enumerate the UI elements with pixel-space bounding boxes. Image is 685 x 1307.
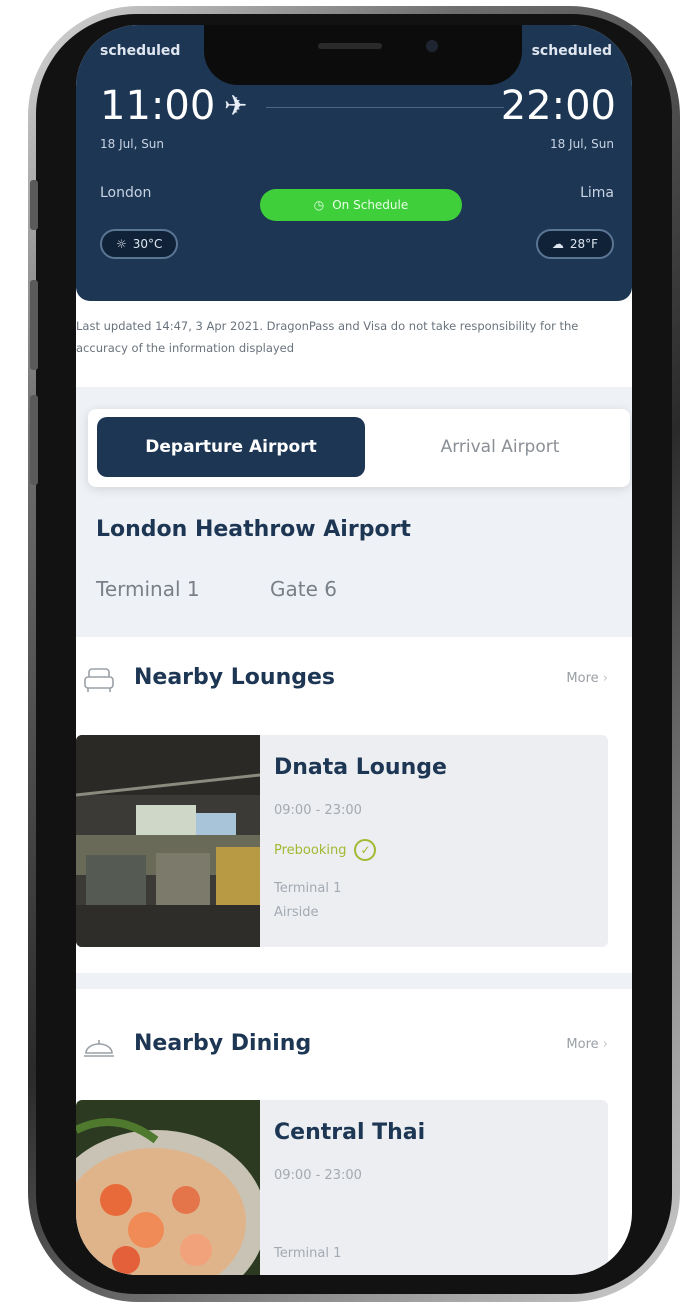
route-line [266, 107, 504, 108]
flight-status-pill: ◷ On Schedule [260, 189, 462, 221]
dining-card[interactable]: Central Thai 09:00 - 23:00 Terminal 1 [76, 1100, 608, 1275]
flight-status-label: On Schedule [332, 198, 409, 212]
lounge-photo [76, 735, 260, 947]
airport-section: Departure Airport Arrival Airport London… [76, 387, 632, 637]
departure-temp: 30°C [132, 237, 163, 251]
dining-title: Nearby Dining [134, 1031, 312, 1056]
tab-arrival-airport[interactable]: Arrival Airport [380, 417, 620, 477]
section-divider [76, 973, 632, 989]
plane-icon: ✈ [224, 89, 248, 122]
mute-switch [30, 180, 38, 230]
volume-up-button [30, 280, 38, 370]
volume-down-button [30, 395, 38, 485]
dining-icon [84, 1040, 114, 1057]
dining-terminal: Terminal 1 [274, 1246, 342, 1261]
speaker [318, 43, 382, 49]
lounges-title: Nearby Lounges [134, 665, 335, 690]
lounge-name: Dnata Lounge [274, 755, 447, 780]
arrival-city: Lima [580, 185, 614, 201]
departure-time: 11:00 [100, 83, 216, 129]
dining-name: Central Thai [274, 1120, 426, 1145]
lounge-card[interactable]: Dnata Lounge 09:00 - 23:00 Prebooking ✓ … [76, 735, 608, 947]
notch [204, 25, 522, 85]
departure-date: 18 Jul, Sun [100, 137, 165, 151]
clock-icon: ◷ [313, 198, 325, 212]
sofa-icon [84, 668, 114, 692]
airport-tabs: Departure Airport Arrival Airport [88, 409, 630, 487]
arrival-weather: ☁ 28°F [535, 229, 614, 259]
sun-icon: ☼ [116, 237, 127, 251]
arrival-time: 22:00 [500, 83, 616, 129]
departure-status: scheduled [100, 43, 181, 59]
departure-weather: ☼ 30°C [100, 229, 179, 259]
lounge-hours: 09:00 - 23:00 [274, 803, 362, 818]
lounge-terminal: Terminal 1 [274, 881, 342, 896]
arrival-temp: 28°F [569, 237, 598, 251]
airport-gate: Gate 6 [270, 577, 337, 601]
tab-departure-airport[interactable]: Departure Airport [97, 417, 365, 477]
lounges-header: Nearby Lounges More [76, 661, 632, 701]
airport-terminal: Terminal 1 [96, 577, 200, 601]
dining-photo [76, 1100, 260, 1275]
dining-hours: 09:00 - 23:00 [274, 1168, 362, 1183]
last-updated-note: Last updated 14:47, 3 Apr 2021. DragonPa… [76, 319, 579, 355]
dining-header: Nearby Dining More [76, 1027, 632, 1067]
departure-city: London [100, 185, 152, 201]
phone-screen: scheduled scheduled 11:00 ✈ 22:00 18 Jul… [76, 25, 632, 1275]
lounge-prebooking: Prebooking ✓ [274, 839, 377, 861]
arrival-status: scheduled [531, 43, 612, 59]
lounge-zone: Airside [274, 905, 319, 920]
camera [426, 40, 438, 52]
dining-more-link[interactable]: More [566, 1037, 608, 1052]
airport-name: London Heathrow Airport [96, 517, 411, 542]
check-circle-icon: ✓ [354, 839, 377, 861]
arrival-date: 18 Jul, Sun [549, 137, 614, 151]
lounges-more-link[interactable]: More [566, 671, 608, 686]
prebooking-label: Prebooking [274, 842, 347, 858]
cloud-icon: ☁ [551, 237, 564, 251]
